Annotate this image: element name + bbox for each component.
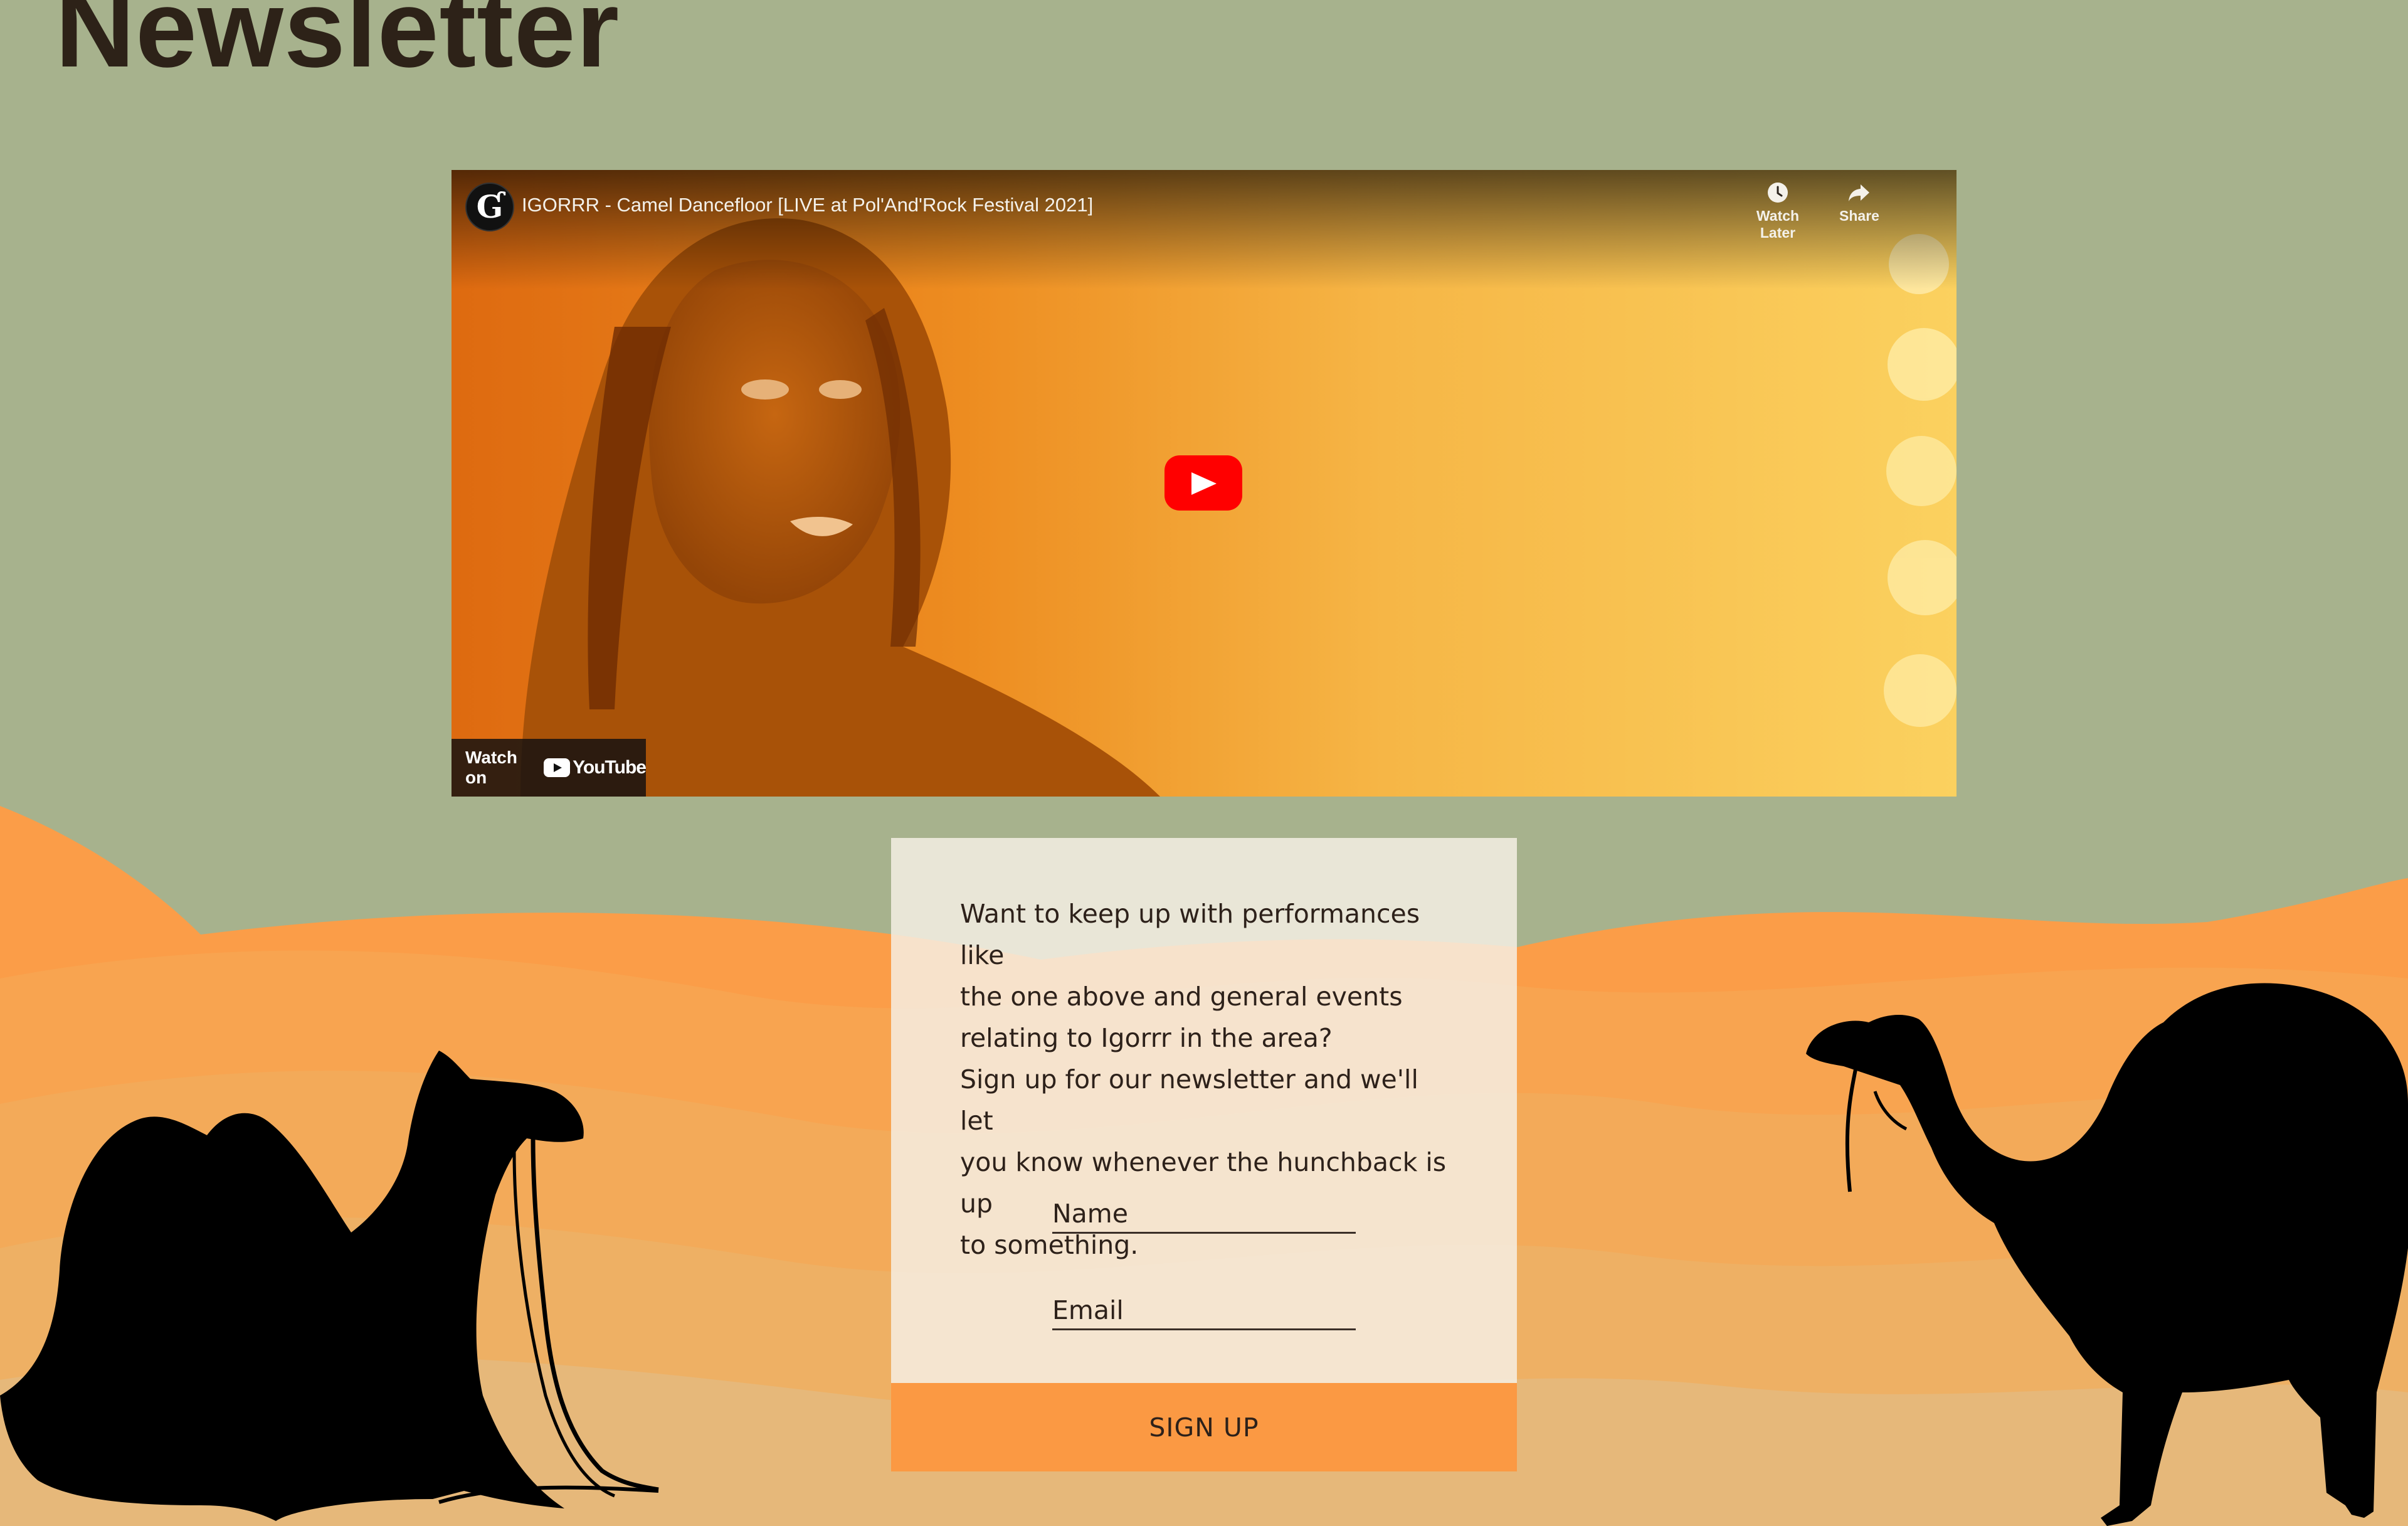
newsletter-page: Newsletter Ɠ IGORRR - Camel Dancefloor [… <box>0 0 2408 1526</box>
video-embed[interactable]: Ɠ IGORRR - Camel Dancefloor [LIVE at Pol… <box>452 170 1956 797</box>
email-input[interactable] <box>1052 1292 1356 1330</box>
watch-later-label: Watch Later <box>1756 208 1800 241</box>
video-title-link[interactable]: IGORRR - Camel Dancefloor [LIVE at Pol'A… <box>522 194 1093 216</box>
camel-sitting-silhouette <box>0 1051 659 1521</box>
share-icon <box>1849 184 1869 201</box>
name-input[interactable] <box>1052 1195 1356 1234</box>
newsletter-intro-line: Want to keep up with performances like <box>960 899 1420 970</box>
share-label: Share <box>1839 208 1879 224</box>
newsletter-intro-line: Sign up for our newsletter and we'll let <box>960 1064 1418 1136</box>
youtube-play-icon <box>544 758 571 777</box>
youtube-logo-icon: YouTube <box>544 757 647 778</box>
play-icon <box>1191 472 1217 495</box>
camel-standing-silhouette <box>1806 983 2408 1526</box>
channel-avatar-icon[interactable]: Ɠ <box>465 183 514 231</box>
newsletter-intro-line: the one above and general events <box>960 982 1403 1012</box>
play-button[interactable] <box>1164 455 1242 511</box>
newsletter-card: Want to keep up with performances like t… <box>891 838 1517 1471</box>
sign-up-button[interactable]: SIGN UP <box>891 1383 1517 1471</box>
youtube-logo-text: YouTube <box>573 757 647 778</box>
newsletter-intro-line: relating to Igorrr in the area? <box>960 1023 1333 1053</box>
page-title: Newsletter <box>55 0 620 90</box>
video-top-shade <box>452 170 1956 289</box>
watch-on-youtube-button[interactable]: Watch on YouTube <box>452 739 647 797</box>
watch-on-label: Watch on <box>465 748 517 787</box>
clock-icon <box>1768 183 1788 203</box>
share-button[interactable]: Share <box>1834 181 1884 225</box>
watch-later-button[interactable]: Watch Later <box>1743 181 1812 241</box>
